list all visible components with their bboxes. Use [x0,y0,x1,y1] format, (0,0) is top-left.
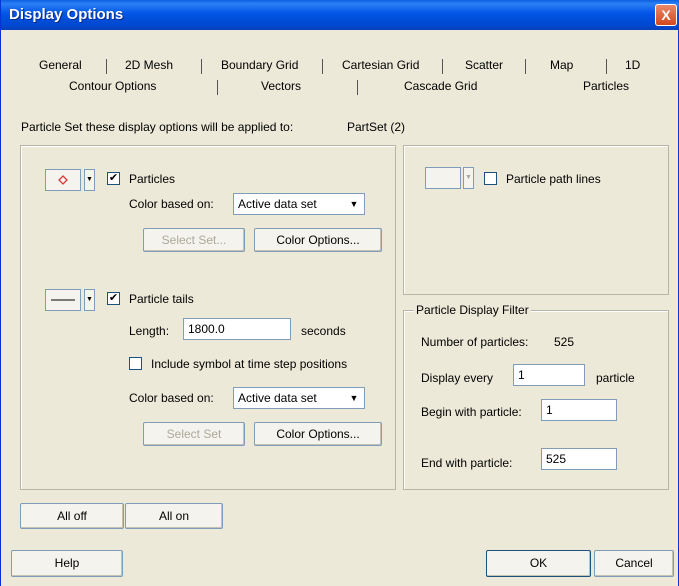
tab-separator [106,59,107,74]
tail-line-style-dropdown[interactable]: ▼ [84,289,95,311]
filter-group-title: Particle Display Filter [414,303,531,317]
display-every-label: Display every [421,371,494,385]
number-of-particles-value: 525 [554,335,575,349]
tab-separator [322,59,323,74]
diamond-icon [58,175,68,185]
particle-tails-checkbox[interactable]: ✔ [107,292,120,305]
tab-separator [442,59,443,74]
tab-contour-options[interactable]: Contour Options [69,79,156,93]
chevron-down-icon: ▼ [349,393,359,403]
tails-select-set-button[interactable]: Select Set [143,422,245,446]
begin-with-particle-label: Begin with particle: [421,405,522,419]
tails-color-options-button[interactable]: Color Options... [254,422,382,446]
tab-boundary-grid[interactable]: Boundary Grid [221,58,298,72]
display-every-input[interactable]: 1 [513,364,585,386]
path-lines-label: Particle path lines [506,172,601,186]
particles-checkbox[interactable]: ✔ [107,172,120,185]
tab-vectors[interactable]: Vectors [261,79,301,93]
tab-separator [357,80,358,95]
tab-row-1: General 2D Mesh Boundary Grid Cartesian … [1,58,679,76]
tab-map[interactable]: Map [550,58,573,72]
close-button[interactable]: X [655,4,677,26]
help-button[interactable]: Help [11,550,123,577]
title-bar[interactable]: Display Options X [1,0,679,30]
display-every-unit: particle [596,371,635,385]
particles-label: Particles [129,172,176,186]
particles-color-options-button[interactable]: Color Options... [254,228,382,252]
cancel-button[interactable]: Cancel [594,550,674,577]
chevron-down-icon: ▼ [349,199,359,209]
particle-symbol-button[interactable] [45,169,81,191]
tab-1d[interactable]: 1D [625,58,640,72]
tab-separator [201,59,202,74]
particles-color-based-label: Color based on: [129,197,214,211]
ok-button[interactable]: OK [486,550,591,577]
tab-separator [606,59,607,74]
path-line-style-dropdown[interactable]: ▼ [463,167,474,189]
all-on-button[interactable]: All on [125,503,223,529]
path-line-style-button[interactable] [425,167,461,189]
tails-color-select[interactable]: Active data set ▼ [233,387,365,409]
tab-separator [217,80,218,95]
tails-color-based-label: Color based on: [129,391,214,405]
particle-set-label: Particle Set these display options will … [21,120,294,134]
tail-line-style-button[interactable] [45,289,81,311]
tab-general[interactable]: General [39,58,82,72]
tab-cartesian-grid[interactable]: Cartesian Grid [342,58,419,72]
particles-color-select[interactable]: Active data set ▼ [233,193,365,215]
particles-select-set-button[interactable]: Select Set... [143,228,245,252]
path-lines-checkbox[interactable] [484,172,497,185]
end-with-particle-input[interactable]: 525 [541,448,617,470]
tail-length-input[interactable]: 1800.0 [183,318,291,340]
number-of-particles-label: Number of particles: [421,335,529,349]
begin-with-particle-input[interactable]: 1 [541,399,617,421]
tab-separator [525,59,526,74]
tab-row-2: Contour Options Vectors Cascade Grid Par… [1,79,679,97]
tails-color-value: Active data set [238,391,317,405]
include-symbol-label: Include symbol at time step positions [151,357,348,371]
include-symbol-checkbox[interactable] [129,357,142,370]
tail-length-unit: seconds [301,324,346,338]
tab-particles[interactable]: Particles [583,79,629,93]
particle-symbol-dropdown[interactable]: ▼ [84,169,95,191]
particle-tails-label: Particle tails [129,292,194,306]
line-style-icon [51,299,75,301]
all-off-button[interactable]: All off [20,503,124,529]
tab-cascade-grid[interactable]: Cascade Grid [404,79,477,93]
particle-set-value: PartSet (2) [347,120,406,134]
tab-scatter[interactable]: Scatter [465,58,503,72]
window-title: Display Options [9,6,124,23]
tab-2d-mesh[interactable]: 2D Mesh [125,58,173,72]
tail-length-label: Length: [129,324,170,338]
end-with-particle-label: End with particle: [421,456,513,470]
particles-color-value: Active data set [238,197,317,211]
display-options-dialog: Display Options X General 2D Mesh Bounda… [0,0,679,586]
dialog-button-bar: Help OK Cancel [1,540,679,586]
